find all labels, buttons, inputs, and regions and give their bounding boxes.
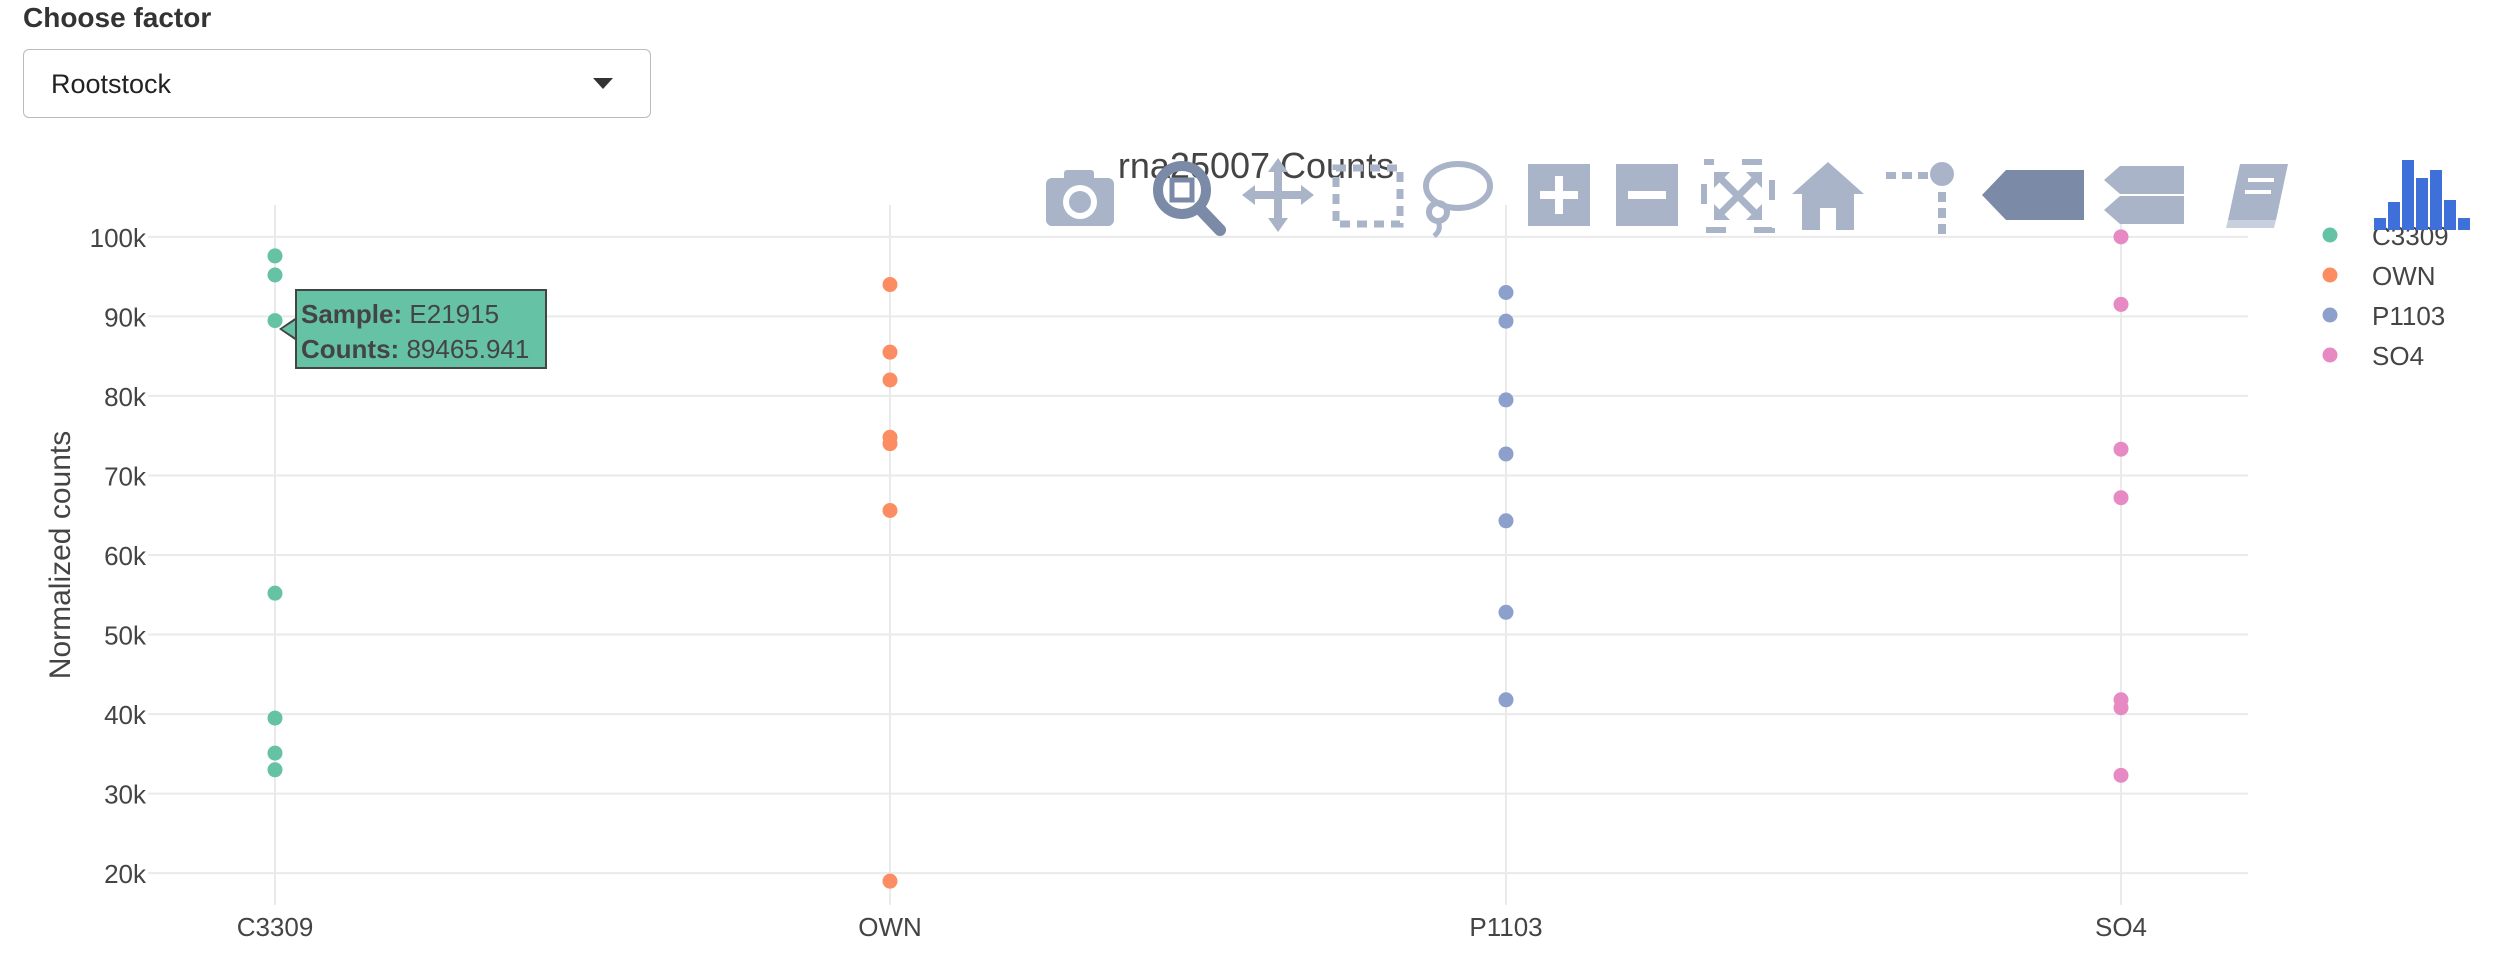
legend-marker[interactable] [2322, 307, 2338, 323]
reset-axes-icon[interactable] [1788, 150, 1868, 240]
data-point[interactable] [267, 710, 283, 726]
tooltip-sample-value: E21915 [409, 299, 500, 329]
data-point[interactable] [267, 762, 283, 778]
y-tick-label: 70k [104, 461, 147, 491]
data-point[interactable] [882, 372, 898, 388]
autoscale-icon[interactable] [1698, 150, 1778, 240]
pan-icon[interactable] [1238, 150, 1318, 240]
lasso-select-icon[interactable] [1416, 150, 1496, 240]
data-point[interactable] [267, 745, 283, 761]
data-point[interactable] [882, 436, 898, 452]
zoom-icon[interactable] [1148, 150, 1228, 240]
y-tick-label: 80k [104, 382, 147, 412]
data-point[interactable] [2113, 767, 2129, 783]
legend-item-label[interactable]: OWN [2372, 261, 2436, 291]
data-point[interactable] [1498, 285, 1514, 300]
x-tick-label: SO4 [2095, 912, 2147, 942]
data-point[interactable] [267, 585, 283, 601]
camera-icon[interactable] [1040, 150, 1120, 240]
zoom-in-icon[interactable] [1520, 150, 1600, 240]
data-point[interactable] [1498, 692, 1514, 708]
legend[interactable]: C3309OWNP1103SO4 [2322, 221, 2449, 371]
data-point[interactable] [882, 502, 898, 518]
spike-lines-icon[interactable] [1882, 150, 1962, 240]
data-point[interactable] [2113, 441, 2129, 457]
data-point[interactable] [882, 277, 898, 293]
scatter-plot: 20k 30k 40k 50k 60k 70k 80k 90k 100k C3309 OWN P11… [44, 145, 2449, 942]
data-point[interactable] [1498, 513, 1514, 529]
x-tick-label: OWN [858, 912, 922, 942]
data-point[interactable] [2113, 490, 2129, 506]
legend-marker[interactable] [2322, 227, 2338, 243]
tooltip-arrow-fill [282, 320, 296, 338]
legend-item-label[interactable]: SO4 [2372, 341, 2424, 371]
data-point[interactable] [267, 267, 283, 283]
hover-compare-icon[interactable] [2100, 150, 2188, 240]
data-point[interactable] [882, 344, 898, 360]
hover-tooltip: Sample: E21915 Counts: 89465.941 [295, 289, 547, 369]
plotly-logo-icon[interactable] [2370, 150, 2488, 240]
y-tick-label: 100k [90, 223, 147, 253]
data-point[interactable] [2113, 700, 2129, 716]
hover-closest-icon[interactable] [1978, 150, 2088, 240]
x-tick-label: P1103 [1469, 912, 1542, 942]
y-tick-label: 40k [104, 700, 147, 730]
y-tick-label: 20k [104, 859, 147, 889]
y-tick-label: 90k [104, 302, 147, 332]
y-tick-label: 50k [104, 621, 147, 651]
x-tick-label: C3309 [237, 912, 314, 942]
data-point[interactable] [882, 873, 898, 889]
y-axis-label: Normalized counts [44, 431, 77, 679]
legend-item-label[interactable]: P1103 [2372, 301, 2445, 331]
data-point[interactable] [1498, 604, 1514, 620]
tooltip-counts-label: Counts: [301, 334, 400, 364]
data-point[interactable] [2113, 296, 2129, 312]
data-point[interactable] [1498, 446, 1514, 462]
legend-marker[interactable] [2322, 267, 2338, 283]
box-select-icon[interactable] [1328, 150, 1408, 240]
data-point[interactable] [267, 248, 283, 264]
y-axis-ticks: 20k 30k 40k 50k 60k 70k 80k 90k 100k [90, 223, 147, 889]
zoom-out-icon[interactable] [1608, 150, 1688, 240]
y-tick-label: 60k [104, 541, 147, 571]
y-tick-label: 30k [104, 780, 147, 810]
edit-chart-studio-icon[interactable] [2218, 150, 2298, 240]
data-point[interactable] [1498, 313, 1514, 329]
tooltip-sample-label: Sample: [301, 299, 403, 329]
legend-marker[interactable] [2322, 347, 2338, 363]
x-axis-ticks: C3309 OWN P1103 SO4 [237, 912, 2147, 942]
tooltip-counts-value: 89465.941 [406, 334, 530, 364]
data-point[interactable] [1498, 392, 1514, 408]
